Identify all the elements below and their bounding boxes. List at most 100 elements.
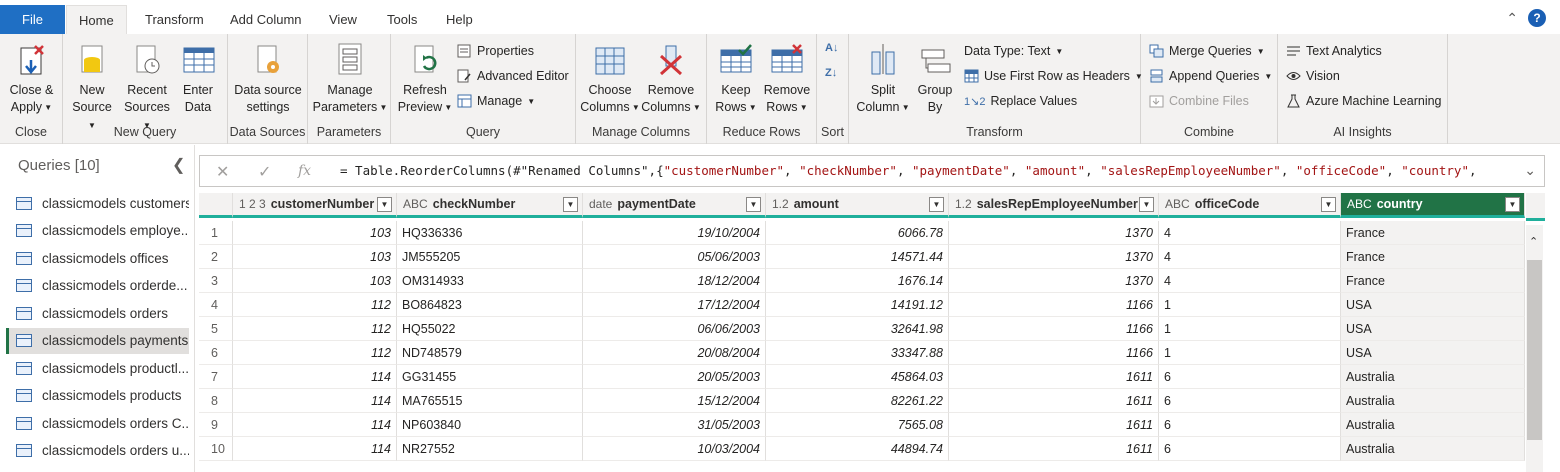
table-cell[interactable]: 18/12/2004 [583, 269, 766, 293]
scroll-up-arrow-icon[interactable]: ⌃ [1529, 235, 1538, 248]
query-item[interactable]: classicmodels customers [6, 190, 189, 216]
manage-parameters-button[interactable]: Manage Parameters ▼ [312, 42, 388, 116]
table-corner-icon[interactable] [199, 193, 233, 218]
vision-button[interactable]: Vision [1286, 69, 1340, 83]
query-item[interactable]: classicmodels products [6, 383, 189, 409]
column-header[interactable]: 1 2 3 customerNumber ▼ [233, 193, 397, 218]
table-cell[interactable]: USA [1341, 293, 1525, 317]
recent-sources-button[interactable]: Recent Sources ▼ [121, 42, 173, 134]
filter-dropdown-icon[interactable]: ▼ [563, 197, 578, 212]
table-cell[interactable]: 1166 [949, 317, 1159, 341]
table-cell[interactable]: 6 [1159, 437, 1341, 461]
column-type-icon[interactable]: date [589, 197, 612, 211]
table-cell[interactable]: 19/10/2004 [583, 221, 766, 245]
table-cell[interactable]: 1611 [949, 389, 1159, 413]
table-cell[interactable]: 112 [233, 341, 397, 365]
column-header[interactable]: ABC country ▼ [1341, 193, 1525, 218]
row-number[interactable]: 8 [199, 389, 233, 413]
table-cell[interactable]: 1370 [949, 221, 1159, 245]
query-item[interactable]: classicmodels orders u... [6, 438, 189, 464]
tab-tools[interactable]: Tools [375, 5, 429, 34]
collapse-chevron-left-icon[interactable]: ❮ [172, 155, 185, 175]
tab-home[interactable]: Home [66, 5, 127, 34]
table-cell[interactable]: 14571.44 [766, 245, 949, 269]
table-cell[interactable]: 1611 [949, 437, 1159, 461]
sort-ascending-icon[interactable]: A↓ [825, 42, 838, 54]
table-cell[interactable]: JM555205 [397, 245, 583, 269]
refresh-preview-button[interactable]: Refresh Preview ▼ [395, 42, 455, 116]
table-cell[interactable]: 1611 [949, 365, 1159, 389]
remove-rows-button[interactable]: Remove Rows ▼ [761, 42, 813, 116]
table-cell[interactable]: 6066.78 [766, 221, 949, 245]
table-cell[interactable]: GG31455 [397, 365, 583, 389]
table-cell[interactable]: MA765515 [397, 389, 583, 413]
column-type-icon[interactable]: 1.2 [772, 197, 789, 211]
collapse-ribbon-icon[interactable]: ⌃ [1506, 10, 1518, 27]
manage-button[interactable]: Manage ▼ [457, 94, 535, 108]
column-header[interactable]: ABC checkNumber ▼ [397, 193, 583, 218]
row-number[interactable]: 5 [199, 317, 233, 341]
data-source-settings-button[interactable]: Data source settings [232, 42, 304, 116]
table-cell[interactable]: Australia [1341, 437, 1525, 461]
table-cell[interactable]: 1166 [949, 341, 1159, 365]
table-cell[interactable]: 114 [233, 413, 397, 437]
table-cell[interactable]: 33347.88 [766, 341, 949, 365]
text-analytics-button[interactable]: Text Analytics [1286, 44, 1382, 58]
close-apply-button[interactable]: Close & Apply ▼ [4, 42, 59, 116]
column-header[interactable]: ABC officeCode ▼ [1159, 193, 1341, 218]
table-cell[interactable]: 6 [1159, 413, 1341, 437]
table-cell[interactable]: 10/03/2004 [583, 437, 766, 461]
row-number[interactable]: 1 [199, 221, 233, 245]
filter-dropdown-icon[interactable]: ▼ [1505, 197, 1520, 212]
table-cell[interactable]: 103 [233, 269, 397, 293]
table-cell[interactable]: 1676.14 [766, 269, 949, 293]
enter-data-button[interactable]: Enter Data [176, 42, 220, 116]
use-first-row-headers-button[interactable]: Use First Row as Headers ▼ [964, 69, 1143, 83]
choose-columns-button[interactable]: Choose Columns ▼ [580, 42, 640, 116]
table-cell[interactable]: 112 [233, 317, 397, 341]
table-menu-icon[interactable] [1526, 193, 1545, 221]
query-item[interactable]: classicmodels payments [6, 327, 189, 354]
table-cell[interactable]: USA [1341, 317, 1525, 341]
combine-files-button[interactable]: Combine Files [1149, 94, 1249, 108]
filter-dropdown-icon[interactable]: ▼ [377, 197, 392, 212]
table-cell[interactable]: 103 [233, 221, 397, 245]
row-number[interactable]: 2 [199, 245, 233, 269]
table-cell[interactable]: 15/12/2004 [583, 389, 766, 413]
table-cell[interactable]: 32641.98 [766, 317, 949, 341]
column-type-icon[interactable]: 1 2 3 [239, 197, 266, 211]
row-number[interactable]: 4 [199, 293, 233, 317]
query-item[interactable]: classicmodels orders [6, 300, 189, 326]
table-cell[interactable]: 05/06/2003 [583, 245, 766, 269]
table-cell[interactable]: 1 [1159, 293, 1341, 317]
table-cell[interactable]: 4 [1159, 269, 1341, 293]
row-number[interactable]: 10 [199, 437, 233, 461]
group-by-button[interactable]: Group By [915, 42, 955, 116]
table-cell[interactable]: 1611 [949, 413, 1159, 437]
table-cell[interactable]: NR27552 [397, 437, 583, 461]
table-cell[interactable]: 31/05/2003 [583, 413, 766, 437]
column-type-icon[interactable]: ABC [1165, 197, 1190, 211]
table-cell[interactable]: 06/06/2003 [583, 317, 766, 341]
query-item[interactable]: classicmodels orders C... [6, 410, 189, 436]
row-number[interactable]: 9 [199, 413, 233, 437]
table-cell[interactable]: 45864.03 [766, 365, 949, 389]
table-cell[interactable]: 44894.74 [766, 437, 949, 461]
table-cell[interactable]: 4 [1159, 245, 1341, 269]
row-number[interactable]: 3 [199, 269, 233, 293]
expand-formula-chevron-icon[interactable]: ⌄ [1524, 162, 1536, 179]
table-cell[interactable]: 14191.12 [766, 293, 949, 317]
split-column-button[interactable]: Split Column ▼ [855, 42, 911, 116]
table-cell[interactable]: 7565.08 [766, 413, 949, 437]
table-cell[interactable]: HQ336336 [397, 221, 583, 245]
table-cell[interactable]: NP603840 [397, 413, 583, 437]
table-cell[interactable]: ND748579 [397, 341, 583, 365]
table-cell[interactable]: 4 [1159, 221, 1341, 245]
tab-help[interactable]: Help [434, 5, 485, 34]
column-type-icon[interactable]: 1.2 [955, 197, 972, 211]
filter-dropdown-icon[interactable]: ▼ [746, 197, 761, 212]
table-cell[interactable]: 6 [1159, 365, 1341, 389]
properties-button[interactable]: Properties [457, 44, 534, 58]
azure-ml-button[interactable]: Azure Machine Learning [1286, 94, 1442, 108]
table-cell[interactable]: Australia [1341, 389, 1525, 413]
